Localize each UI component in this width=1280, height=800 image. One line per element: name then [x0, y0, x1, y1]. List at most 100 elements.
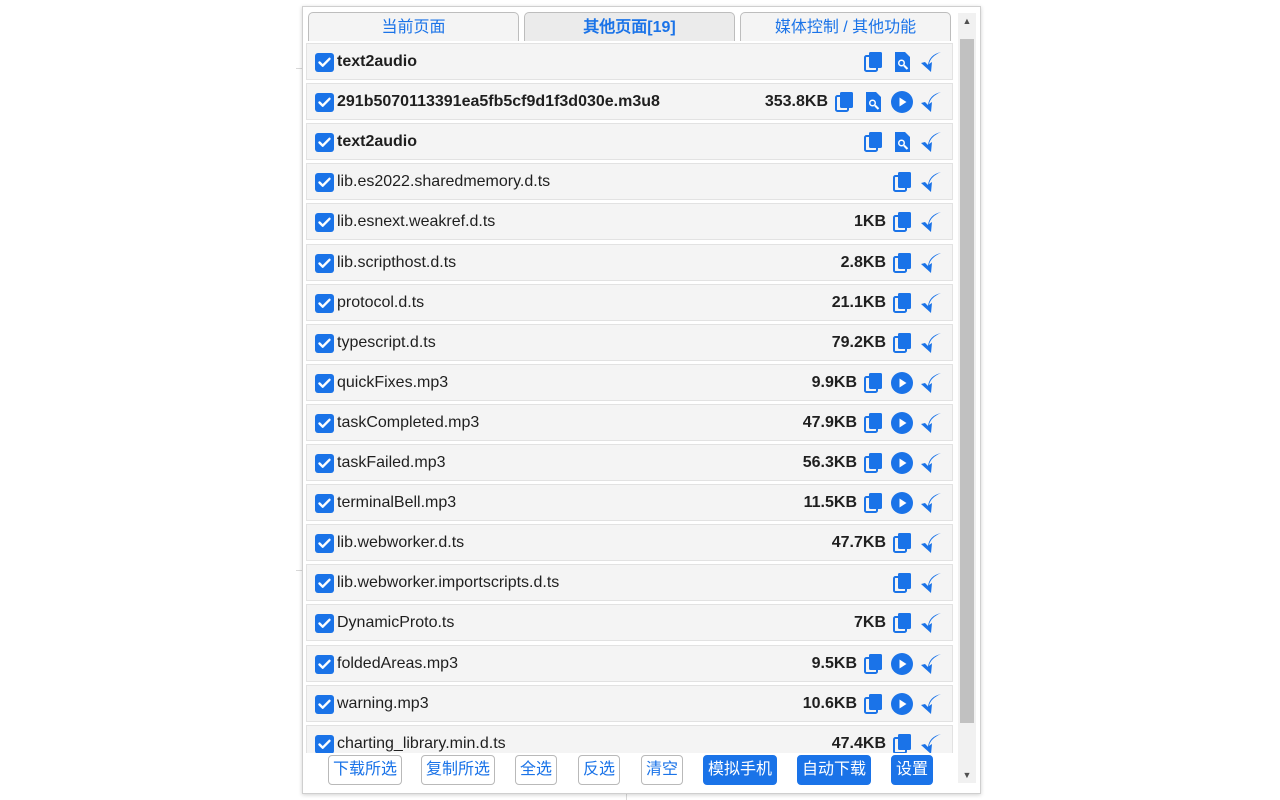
row-checkbox[interactable]: [315, 614, 334, 634]
download-icon[interactable]: [919, 652, 943, 676]
play-icon[interactable]: [890, 451, 914, 475]
scrollbar[interactable]: ▲ ▼: [958, 13, 976, 783]
copy-icon[interactable]: [861, 451, 885, 475]
resource-row[interactable]: charting_library.min.d.ts 47.4KB: [306, 724, 953, 753]
copy-selected-button[interactable]: 复制所选: [421, 755, 496, 785]
row-checkbox[interactable]: [315, 694, 334, 714]
row-checkbox[interactable]: [315, 133, 334, 153]
file-name: 291b5070113391ea5fb5cf9d1f3d030e.m3u8: [337, 93, 660, 111]
resource-row[interactable]: text2audio: [306, 43, 953, 80]
file-name: taskCompleted.mp3: [337, 413, 480, 431]
resource-row[interactable]: DynamicProto.ts 7KB: [306, 604, 953, 642]
download-icon[interactable]: [919, 611, 943, 635]
resource-row[interactable]: text2audio: [306, 123, 953, 161]
copy-icon[interactable]: [861, 371, 885, 395]
copy-icon[interactable]: [890, 210, 914, 234]
download-icon[interactable]: [919, 692, 943, 716]
row-checkbox[interactable]: [315, 454, 334, 473]
download-icon[interactable]: [919, 371, 943, 395]
row-checkbox[interactable]: [315, 574, 334, 594]
resource-row[interactable]: terminalBell.mp3 11.5KB: [306, 484, 953, 522]
download-icon[interactable]: [919, 451, 943, 475]
resource-row[interactable]: lib.es2022.sharedmemory.d.ts: [306, 163, 953, 201]
download-icon[interactable]: [919, 732, 943, 753]
download-icon[interactable]: [919, 411, 943, 435]
settings-button[interactable]: 设置: [891, 755, 934, 785]
copy-icon[interactable]: [861, 652, 885, 676]
row-checkbox[interactable]: [315, 293, 334, 313]
copy-icon[interactable]: [861, 411, 885, 435]
row-checkbox[interactable]: [315, 333, 334, 353]
search-icon[interactable]: [890, 130, 914, 154]
copy-icon[interactable]: [861, 491, 885, 515]
tab-media-control[interactable]: 媒体控制 / 其他功能: [740, 12, 951, 41]
search-icon[interactable]: [861, 90, 885, 114]
download-icon[interactable]: [919, 130, 943, 154]
search-icon[interactable]: [890, 50, 914, 74]
copy-icon[interactable]: [861, 692, 885, 716]
play-icon[interactable]: [890, 90, 914, 114]
copy-icon[interactable]: [890, 251, 914, 275]
copy-icon[interactable]: [890, 611, 914, 635]
resource-row[interactable]: lib.webworker.d.ts 47.7KB: [306, 524, 953, 562]
resource-row[interactable]: 291b5070113391ea5fb5cf9d1f3d030e.m3u8 353…: [306, 83, 953, 121]
copy-icon[interactable]: [861, 130, 885, 154]
copy-icon[interactable]: [890, 331, 914, 355]
copy-icon[interactable]: [890, 531, 914, 555]
row-checkbox[interactable]: [315, 534, 334, 554]
download-icon[interactable]: [919, 331, 943, 355]
tab-current-page[interactable]: 当前页面: [308, 12, 519, 41]
copy-icon[interactable]: [832, 90, 856, 114]
play-icon[interactable]: [890, 411, 914, 435]
copy-icon[interactable]: [890, 291, 914, 315]
resource-row[interactable]: lib.scripthost.d.ts 2.8KB: [306, 243, 953, 281]
scroll-up-arrow-icon[interactable]: ▲: [958, 13, 976, 29]
resource-row[interactable]: lib.webworker.importscripts.d.ts: [306, 564, 953, 602]
download-icon[interactable]: [919, 90, 943, 114]
resource-row[interactable]: quickFixes.mp3 9.9KB: [306, 363, 953, 401]
resource-row[interactable]: typescript.d.ts 79.2KB: [306, 323, 953, 361]
emulate-mobile-button[interactable]: 模拟手机: [703, 755, 778, 785]
copy-icon[interactable]: [890, 170, 914, 194]
row-checkbox[interactable]: [315, 253, 334, 273]
play-icon[interactable]: [890, 652, 914, 676]
resource-row[interactable]: taskFailed.mp3 56.3KB: [306, 444, 953, 481]
resource-row[interactable]: lib.esnext.weakref.d.ts 1KB: [306, 203, 953, 241]
download-icon[interactable]: [919, 531, 943, 555]
file-size: 1KB: [853, 213, 886, 231]
resource-row[interactable]: warning.mp3 10.6KB: [306, 684, 953, 722]
download-icon[interactable]: [919, 170, 943, 194]
copy-icon[interactable]: [861, 50, 885, 74]
tab-other-pages[interactable]: 其他页面[19]: [524, 12, 735, 41]
row-checkbox[interactable]: [315, 53, 334, 72]
select-all-button[interactable]: 全选: [515, 755, 558, 785]
play-icon[interactable]: [890, 491, 914, 515]
play-icon[interactable]: [890, 371, 914, 395]
download-icon[interactable]: [919, 291, 943, 315]
download-icon[interactable]: [919, 571, 943, 595]
row-checkbox[interactable]: [315, 173, 334, 193]
row-checkbox[interactable]: [315, 494, 334, 514]
download-icon[interactable]: [919, 251, 943, 275]
row-checkbox[interactable]: [315, 93, 334, 113]
invert-selection-button[interactable]: 反选: [578, 755, 621, 785]
auto-download-button[interactable]: 自动下载: [797, 755, 872, 785]
clear-button[interactable]: 清空: [641, 755, 684, 785]
copy-icon[interactable]: [890, 732, 914, 753]
resource-row[interactable]: foldedAreas.mp3 9.5KB: [306, 644, 953, 682]
row-checkbox[interactable]: [315, 413, 334, 433]
download-icon[interactable]: [919, 210, 943, 234]
scrollbar-thumb[interactable]: [960, 39, 974, 723]
resource-row[interactable]: taskCompleted.mp3 47.9KB: [306, 403, 953, 441]
row-checkbox[interactable]: [315, 373, 334, 393]
download-selected-button[interactable]: 下载所选: [328, 755, 403, 785]
copy-icon[interactable]: [890, 571, 914, 595]
row-checkbox[interactable]: [315, 734, 334, 753]
play-icon[interactable]: [890, 692, 914, 716]
row-checkbox[interactable]: [315, 213, 334, 233]
row-checkbox[interactable]: [315, 654, 334, 674]
resource-row[interactable]: protocol.d.ts 21.1KB: [306, 283, 953, 321]
download-icon[interactable]: [919, 491, 943, 515]
scroll-down-arrow-icon[interactable]: ▼: [958, 767, 976, 783]
download-icon[interactable]: [919, 50, 943, 74]
